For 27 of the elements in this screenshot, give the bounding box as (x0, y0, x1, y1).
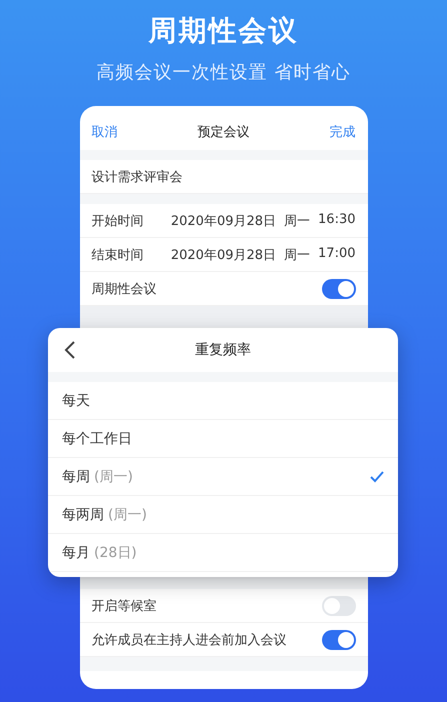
repeat-option[interactable]: 每天 (48, 382, 398, 420)
hero-subtitle: 高频会议一次性设置 省时省心 (96, 61, 350, 84)
toggle-switch[interactable] (322, 278, 356, 298)
done-button[interactable]: 完成 (330, 123, 356, 141)
dialog-title: 重复频率 (195, 341, 251, 359)
weekday-value[interactable]: 周一 (284, 212, 310, 230)
repeat-option[interactable]: 每月 (28日) (48, 534, 398, 572)
repeat-option[interactable]: 每周 (周一) (48, 458, 398, 496)
date-value[interactable]: 2020年09月28日 (170, 212, 276, 230)
row-label: 开始时间 (92, 212, 144, 230)
row-label: 周期性会议 (92, 280, 156, 298)
meeting-name: 设计需求评审会 (92, 168, 182, 186)
repeat-option[interactable]: 每两周 (周一) (48, 496, 398, 534)
screen-title: 预定会议 (198, 124, 250, 141)
hero-title: 周期性会议 (148, 13, 298, 49)
weekday-value[interactable]: 周一 (284, 246, 310, 264)
back-icon[interactable] (64, 341, 76, 359)
time-value[interactable]: 17:00 (318, 246, 356, 264)
row-label: 允许成员在主持人进会前加入会议 (92, 632, 286, 648)
toggle-switch[interactable] (322, 596, 356, 616)
date-value[interactable]: 2020年09月28日 (170, 246, 276, 264)
row-label: 结束时间 (92, 246, 144, 264)
cancel-button[interactable]: 取消 (92, 123, 118, 141)
row-label: 开启等候室 (92, 598, 156, 614)
toggle-switch[interactable] (322, 630, 356, 650)
time-value[interactable]: 16:30 (318, 212, 356, 230)
repeat-option[interactable]: 每个工作日 (48, 420, 398, 458)
